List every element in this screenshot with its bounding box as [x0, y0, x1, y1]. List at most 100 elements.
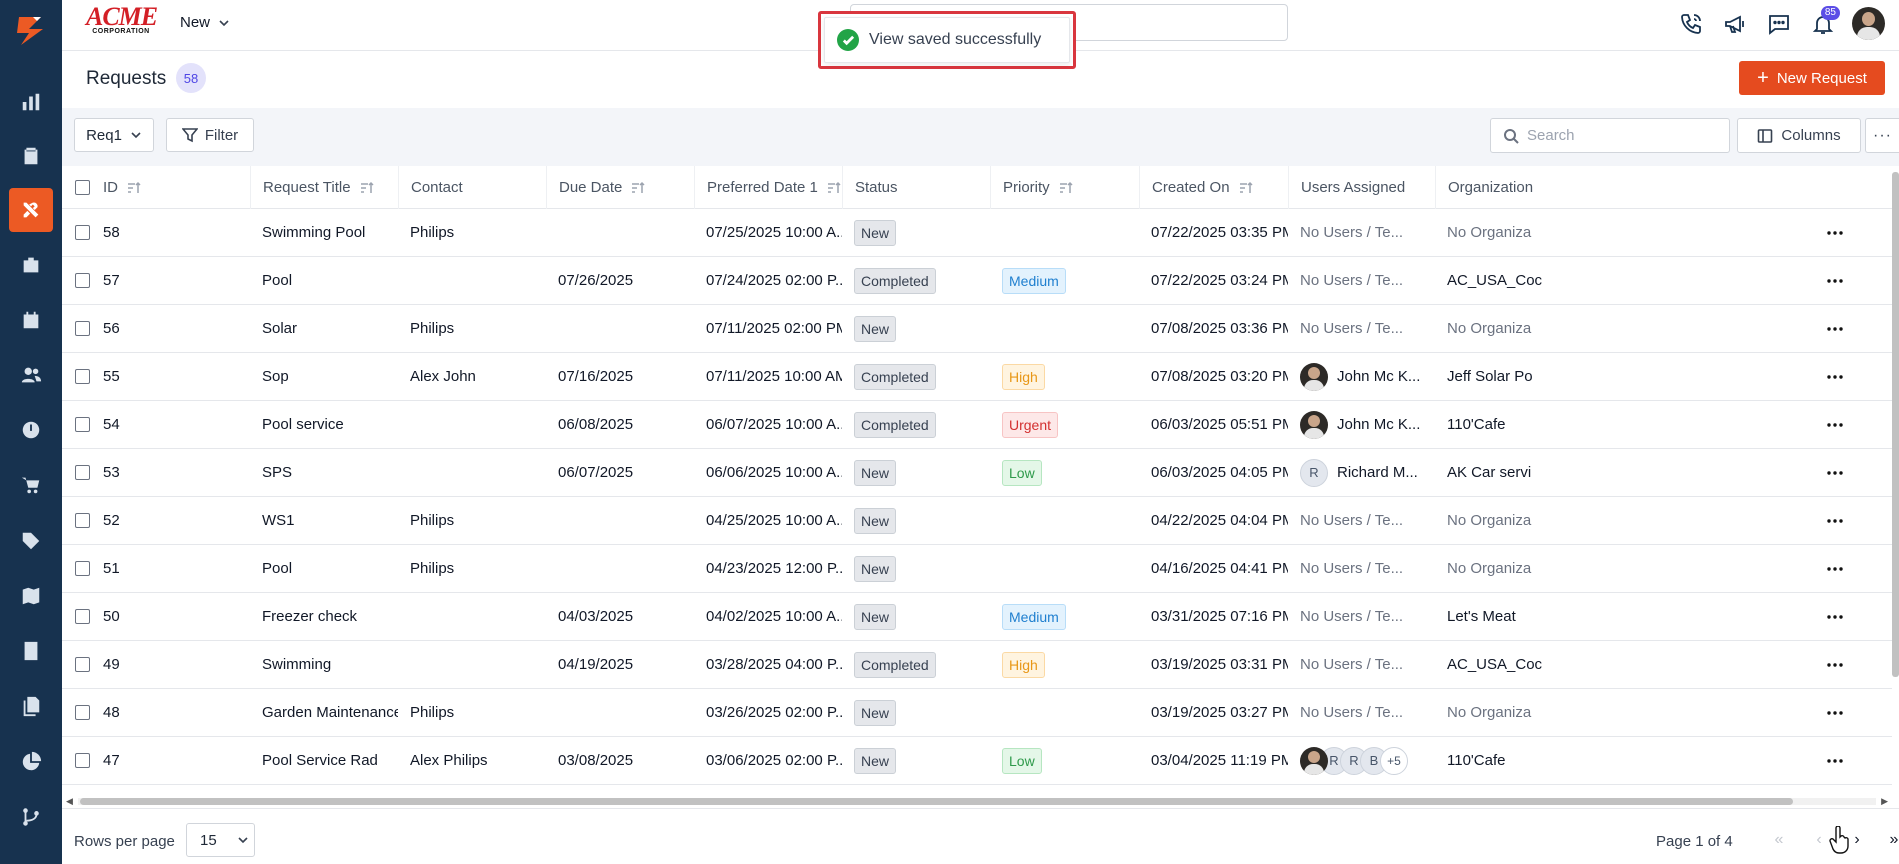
col-users-assigned-cell: R R B +5 — [1288, 737, 1435, 784]
organization-name: No Organiza — [1447, 704, 1532, 721]
table-row[interactable]: 56 Solar Philips 07/11/2025 02:00 PM... New 0… — [62, 305, 1892, 353]
filter-button[interactable]: Filter — [166, 118, 254, 152]
row-actions-icon[interactable] — [1822, 737, 1848, 784]
table-row[interactable]: 55 Sop Alex John 07/16/2025 07/11/2025 10:00… — [62, 353, 1892, 401]
table-row[interactable]: 58 Swimming Pool Philips 07/25/2025 10:00 A… — [62, 209, 1892, 257]
table-row[interactable]: 57 Pool 07/26/2025 07/24/2025 02:00 P... Com… — [62, 257, 1892, 305]
col-due-date-header[interactable]: Due Date — [546, 166, 694, 209]
row-actions-icon[interactable] — [1822, 641, 1848, 688]
col-priority-header[interactable]: Priority — [990, 166, 1139, 209]
table-row[interactable]: 49 Swimming 04/19/2025 03/28/2025 04:00 P..… — [62, 641, 1892, 689]
row-checkbox[interactable] — [75, 705, 90, 720]
row-actions-icon[interactable] — [1822, 545, 1848, 592]
col-preferred-date-header[interactable]: Preferred Date 1 — [694, 166, 842, 209]
sort-icon[interactable] — [360, 181, 374, 195]
calendar-icon[interactable] — [0, 295, 62, 345]
scroll-right-icon[interactable]: ▶ — [1881, 796, 1888, 807]
sort-icon[interactable] — [827, 181, 841, 195]
table-row[interactable]: 54 Pool service 06/08/2025 06/07/2025 10:00… — [62, 401, 1892, 449]
col-status-header[interactable]: Status — [842, 166, 990, 209]
row-actions-icon[interactable] — [1822, 689, 1848, 736]
request-title: WS1 — [262, 512, 295, 529]
col-organization-header[interactable]: Organization — [1435, 166, 1575, 209]
last-page-icon[interactable]: » — [1877, 823, 1899, 857]
row-checkbox[interactable] — [75, 753, 90, 768]
table-row[interactable]: 53 SPS 06/07/2025 06/06/2025 10:00 A... New L… — [62, 449, 1892, 497]
phone-icon[interactable] — [1676, 9, 1706, 39]
table-row[interactable]: 48 Garden Maintenance Philips 03/26/2025 02… — [62, 689, 1892, 737]
row-checkbox[interactable] — [75, 465, 90, 480]
bell-icon[interactable]: 85 — [1808, 5, 1840, 39]
row-checkbox[interactable] — [75, 273, 90, 288]
row-actions-icon[interactable] — [1822, 401, 1848, 448]
row-actions-icon[interactable] — [1822, 497, 1848, 544]
col-created-on-header[interactable]: Created On — [1139, 166, 1288, 209]
table-row[interactable]: 52 WS1 Philips 04/25/2025 10:00 A... New 04/2… — [62, 497, 1892, 545]
user-avatar[interactable] — [1852, 7, 1885, 40]
vertical-scrollbar[interactable] — [1892, 172, 1899, 677]
col-due-date-cell — [546, 545, 694, 592]
megaphone-icon[interactable] — [1720, 9, 1750, 39]
row-checkbox[interactable] — [75, 657, 90, 672]
first-page-icon[interactable]: « — [1762, 823, 1796, 857]
col-users-assigned-header[interactable]: Users Assigned — [1288, 166, 1435, 209]
workflow-icon[interactable] — [0, 792, 62, 842]
row-checkbox[interactable] — [75, 225, 90, 240]
calculator-icon[interactable] — [0, 626, 62, 676]
list-search[interactable] — [1490, 118, 1730, 153]
col-id-header[interactable]: ID — [91, 166, 250, 209]
clipboard-check-icon[interactable] — [0, 131, 62, 181]
row-checkbox[interactable] — [75, 609, 90, 624]
sort-icon[interactable] — [1059, 181, 1073, 195]
map-icon[interactable] — [0, 571, 62, 621]
request-title: Pool Service Rad — [262, 752, 378, 769]
documents-icon[interactable] — [0, 681, 62, 731]
briefcase-icon[interactable] — [0, 240, 62, 290]
table-row[interactable]: 47 Pool Service Rad Alex Philips 03/08/2025… — [62, 737, 1892, 785]
row-actions-icon[interactable] — [1822, 449, 1848, 496]
rows-per-page-select[interactable]: 15 — [186, 823, 255, 857]
row-checkbox[interactable] — [75, 417, 90, 432]
table-row[interactable]: 50 Freezer check 04/03/2025 04/02/2025 10:0… — [62, 593, 1892, 641]
row-actions-icon[interactable] — [1822, 353, 1848, 400]
status-badge: New — [854, 747, 897, 774]
sort-icon[interactable] — [631, 181, 645, 195]
row-checkbox[interactable] — [75, 369, 90, 384]
row-checkbox[interactable] — [75, 561, 90, 576]
col-request-title-header[interactable]: Request Title — [250, 166, 398, 209]
search-input[interactable] — [1527, 127, 1707, 144]
horizontal-scrollbar[interactable]: ◀ ▶ — [62, 795, 1892, 807]
app-logo-icon[interactable] — [0, 0, 62, 62]
row-checkbox[interactable] — [75, 321, 90, 336]
clock-icon[interactable] — [0, 405, 62, 455]
sort-icon[interactable] — [127, 181, 141, 195]
scroll-left-icon[interactable]: ◀ — [66, 796, 73, 807]
cart-icon[interactable] — [0, 460, 62, 510]
filter-icon — [181, 128, 198, 143]
col-contact-cell: Philips — [398, 689, 546, 736]
tools-icon[interactable] — [9, 188, 53, 232]
sort-icon[interactable] — [1239, 181, 1253, 195]
row-actions-icon[interactable] — [1822, 209, 1848, 256]
row-actions-icon[interactable] — [1822, 593, 1848, 640]
users-icon[interactable] — [0, 350, 62, 400]
tag-icon[interactable] — [0, 516, 62, 566]
row-actions-icon[interactable] — [1822, 305, 1848, 352]
request-id: 53 — [103, 464, 120, 481]
new-menu-dropdown[interactable]: New — [180, 14, 230, 31]
select-all-checkbox[interactable] — [75, 180, 90, 195]
more-options-button[interactable]: ··· — [1865, 118, 1899, 153]
dashboard-icon[interactable] — [0, 77, 62, 127]
view-selector-dropdown[interactable]: Req1 — [74, 118, 154, 152]
row-checkbox[interactable] — [75, 513, 90, 528]
assigned-user-name: No Users / Te... — [1300, 512, 1404, 529]
new-request-button[interactable]: + New Request — [1739, 61, 1885, 95]
row-actions-icon[interactable] — [1822, 257, 1848, 304]
col-contact-header[interactable]: Contact — [398, 166, 546, 209]
page-title: Requests — [86, 68, 167, 89]
columns-button[interactable]: Columns — [1737, 118, 1861, 153]
chat-icon[interactable] — [1764, 9, 1794, 39]
table-row[interactable]: 51 Pool Philips 04/23/2025 12:00 P... New 04/… — [62, 545, 1892, 593]
assigned-users-stack[interactable]: R R B +5 — [1300, 746, 1408, 775]
pie-chart-icon[interactable] — [0, 737, 62, 787]
